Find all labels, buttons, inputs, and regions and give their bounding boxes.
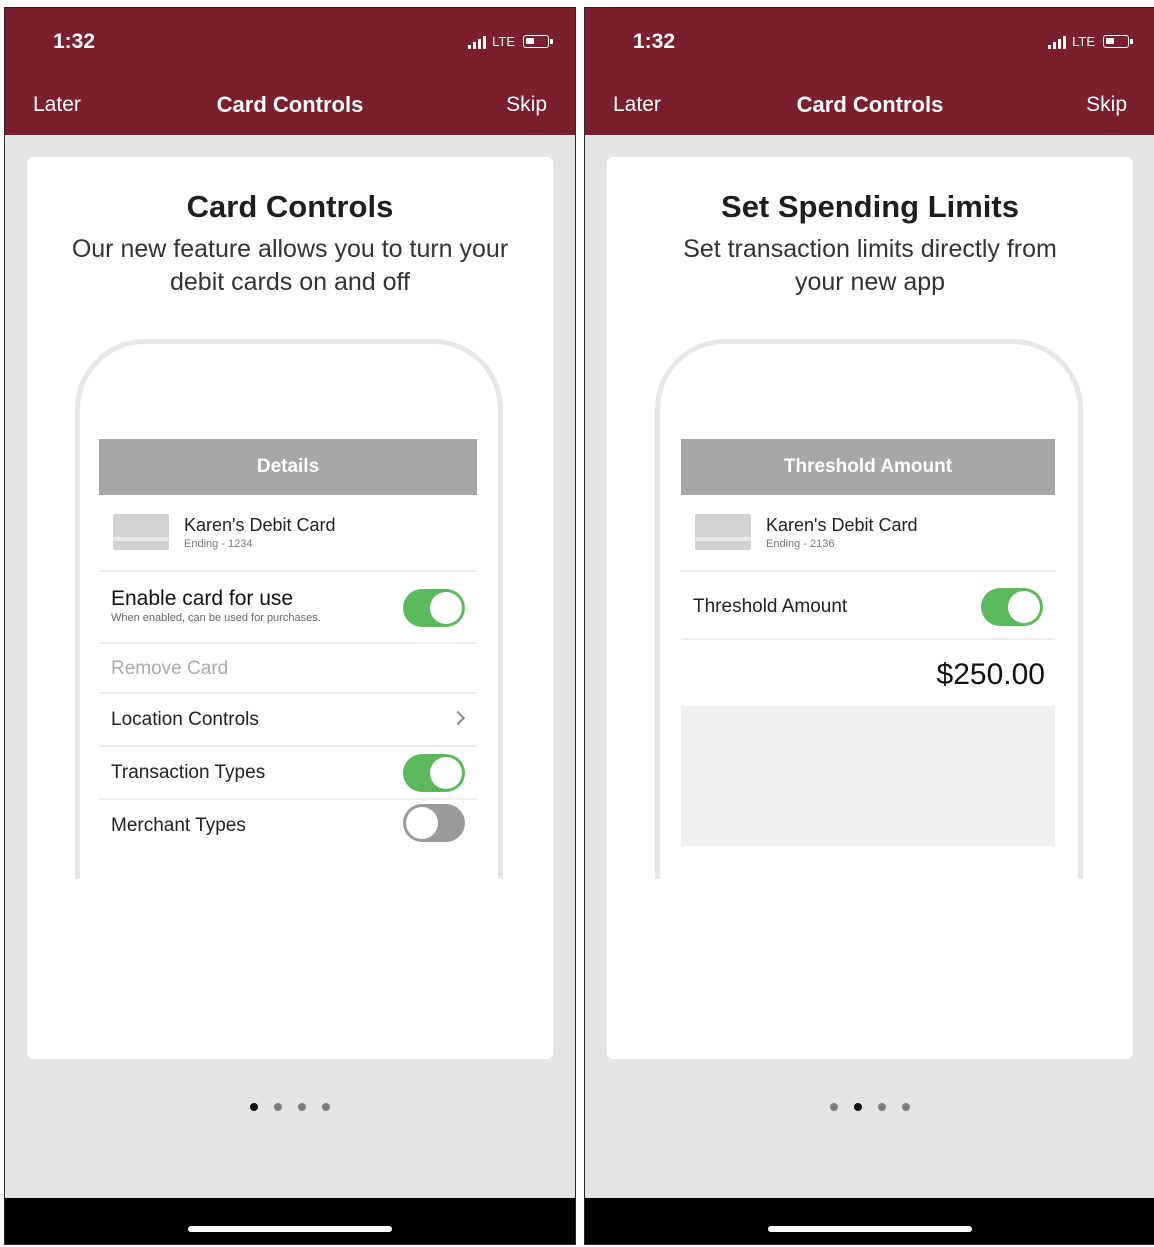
later-button[interactable]: Later <box>33 93 81 117</box>
page-dot-2[interactable] <box>274 1103 282 1111</box>
card-name: Karen's Debit Card <box>766 515 918 535</box>
chevron-right-icon <box>450 710 466 726</box>
enable-card-row: Enable card for use When enabled, can be… <box>99 572 477 644</box>
phone-illustration-screen: Threshold Amount Karen's Debit Card Endi… <box>681 439 1055 846</box>
threshold-toggle <box>981 588 1043 626</box>
merchant-types-row: Merchant Types <box>99 800 477 845</box>
status-icons: LTE <box>1048 34 1133 49</box>
signal-icon <box>468 35 487 49</box>
page-dot-2[interactable] <box>854 1103 862 1111</box>
page-dot-3[interactable] <box>878 1103 886 1111</box>
threshold-label: Threshold Amount <box>693 596 848 617</box>
card-name: Karen's Debit Card <box>184 515 336 535</box>
feature-description: Our new feature allows you to turn your … <box>71 235 509 296</box>
page-title: Card Controls <box>216 92 364 117</box>
onboarding-card: Set Spending Limits Set transaction limi… <box>607 157 1133 1059</box>
status-icons: LTE <box>468 34 553 49</box>
skip-button[interactable]: Skip <box>506 93 547 117</box>
merchant-types-toggle <box>403 804 465 842</box>
mini-header: Threshold Amount <box>681 439 1055 495</box>
onboarding-screen-spending-limits: 1:32 LTE Later Card Controls Skip Set Sp… <box>584 7 1154 1245</box>
home-indicator[interactable] <box>188 1226 392 1232</box>
mini-card-row: Karen's Debit Card Ending - 1234 <box>99 495 477 572</box>
page-title: Card Controls <box>796 92 944 117</box>
status-time: 1:32 <box>633 30 676 53</box>
battery-icon <box>1103 35 1133 48</box>
network-label: LTE <box>492 34 515 49</box>
remove-card-label: Remove Card <box>111 658 229 679</box>
onboarding-screen-card-controls: 1:32 LTE Later Card Controls Skip Card C… <box>4 7 576 1245</box>
transaction-types-label: Transaction Types <box>111 762 266 783</box>
onboarding-card: Card Controls Our new feature allows you… <box>27 157 553 1059</box>
later-button[interactable]: Later <box>613 93 661 117</box>
network-label: LTE <box>1072 34 1095 49</box>
status-time: 1:32 <box>53 30 96 53</box>
page-dot-4[interactable] <box>902 1103 910 1111</box>
mini-header: Details <box>99 439 477 495</box>
app-header: 1:32 LTE Later Card Controls Skip <box>585 8 1154 135</box>
card-thumbnail-icon <box>113 514 169 550</box>
enable-card-label: Enable card for use <box>111 587 294 610</box>
home-indicator[interactable] <box>768 1226 972 1232</box>
amount-keypad-area <box>681 706 1055 846</box>
location-controls-label: Location Controls <box>111 709 259 730</box>
enable-card-hint: When enabled, can be used for purchases. <box>111 612 321 624</box>
home-bar-area <box>585 1198 1154 1244</box>
threshold-row: Threshold Amount <box>681 572 1055 640</box>
merchant-types-label: Merchant Types <box>111 815 246 836</box>
page-indicator[interactable] <box>585 1103 1154 1111</box>
card-ending: Ending - 2136 <box>766 538 835 550</box>
mini-card-row: Karen's Debit Card Ending - 2136 <box>681 495 1055 572</box>
location-controls-row: Location Controls <box>99 694 477 747</box>
skip-button[interactable]: Skip <box>1086 93 1127 117</box>
battery-icon <box>523 35 553 48</box>
card-thumbnail-icon <box>695 514 751 550</box>
card-ending: Ending - 1234 <box>184 538 253 550</box>
enable-card-toggle <box>403 589 465 627</box>
page-dot-3[interactable] <box>298 1103 306 1111</box>
transaction-types-toggle <box>403 754 465 792</box>
signal-icon <box>1048 35 1067 49</box>
transaction-types-row: Transaction Types <box>99 747 477 800</box>
page-indicator[interactable] <box>5 1103 575 1111</box>
page-dot-1[interactable] <box>250 1103 258 1111</box>
app-header: 1:32 LTE Later Card Controls Skip <box>5 8 575 135</box>
feature-title: Set Spending Limits <box>721 189 1019 224</box>
threshold-amount-row: $250.00 <box>681 640 1055 706</box>
threshold-amount-value: $250.00 <box>936 658 1045 691</box>
remove-card-row: Remove Card <box>99 644 477 694</box>
feature-title: Card Controls <box>186 189 394 224</box>
feature-description: Set transaction limits directly from you… <box>683 235 1057 296</box>
page-dot-4[interactable] <box>322 1103 330 1111</box>
phone-illustration-screen: Details Karen's Debit Card Ending - 1234… <box>99 439 477 845</box>
page-dot-1[interactable] <box>830 1103 838 1111</box>
home-bar-area <box>5 1198 575 1244</box>
